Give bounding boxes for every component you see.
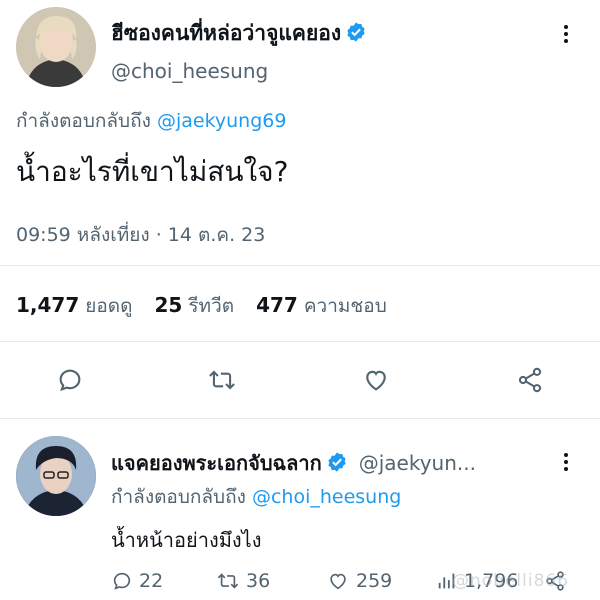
replying-prefix: กำลังตอบกลับถึง (111, 486, 246, 508)
watermark: @nobelli866 (452, 571, 570, 591)
reply-tweet-text: น้ำหน้าอย่างมึงไง (111, 528, 262, 552)
divider (0, 341, 600, 342)
main-handle[interactable]: @choi_heesung (111, 59, 268, 83)
reply-count: 22 (139, 570, 164, 592)
main-replying-to: กำลังตอบกลับถึง @jaekyung69 (16, 106, 286, 136)
retweets-label[interactable]: รีทวีต (188, 295, 234, 317)
main-display-name[interactable]: ฮีซองคนที่หล่อว่าจูแคยอง (111, 17, 367, 50)
main-stats-row: 1,477 ยอดดู 25 รีทวีต 477 ความชอบ (16, 291, 409, 321)
avatar-choi-heesung[interactable] (16, 7, 96, 87)
likes-count[interactable]: 477 (256, 293, 298, 317)
replying-to-link[interactable]: @choi_heesung (252, 486, 401, 508)
replying-prefix: กำลังตอบกลับถึง (16, 110, 151, 132)
retweet-icon (217, 573, 239, 589)
reply-action-retweets[interactable]: 36 (216, 570, 270, 592)
divider (0, 418, 600, 419)
main-timestamp[interactable]: 09:59 หลังเที่ยง · 14 ต.ค. 23 (16, 220, 265, 250)
divider (0, 265, 600, 266)
main-display-name-text[interactable]: ฮีซองคนที่หล่อว่าจูแคยอง (111, 21, 341, 45)
verified-badge-icon (347, 22, 365, 42)
verified-badge-icon (328, 452, 346, 472)
like-icon[interactable] (361, 366, 391, 394)
more-options-icon[interactable] (563, 450, 569, 474)
more-options-icon[interactable] (563, 22, 569, 46)
like-icon (330, 573, 346, 590)
like-count: 259 (356, 570, 393, 592)
reply-display-name[interactable]: แจคยองพระเอกจับฉลาก (111, 451, 322, 475)
retweet-icon[interactable] (207, 366, 237, 394)
retweet-count: 36 (246, 570, 271, 592)
share-icon[interactable] (515, 366, 545, 394)
avatar-jaekyung[interactable] (16, 436, 96, 516)
retweets-count[interactable]: 25 (155, 293, 183, 317)
likes-label[interactable]: ความชอบ (304, 295, 387, 317)
views-label: ยอดดู (85, 295, 133, 317)
reply-icon (113, 572, 131, 590)
reply-header: แจคยองพระเอกจับฉลาก @jaekyun... (111, 447, 476, 479)
views-count: 1,477 (16, 293, 80, 317)
reply-replying-to: กำลังตอบกลับถึง @choi_heesung (111, 482, 401, 512)
main-tweet-text: น้ำอะไรที่เขาไม่สนใจ? (16, 155, 289, 188)
replying-to-link[interactable]: @jaekyung69 (157, 110, 287, 132)
reply-action-replies[interactable]: 22 (111, 570, 163, 592)
reply-handle[interactable]: @jaekyun... (359, 451, 476, 475)
reply-icon[interactable] (56, 366, 84, 394)
reply-action-likes[interactable]: 259 (326, 570, 392, 592)
